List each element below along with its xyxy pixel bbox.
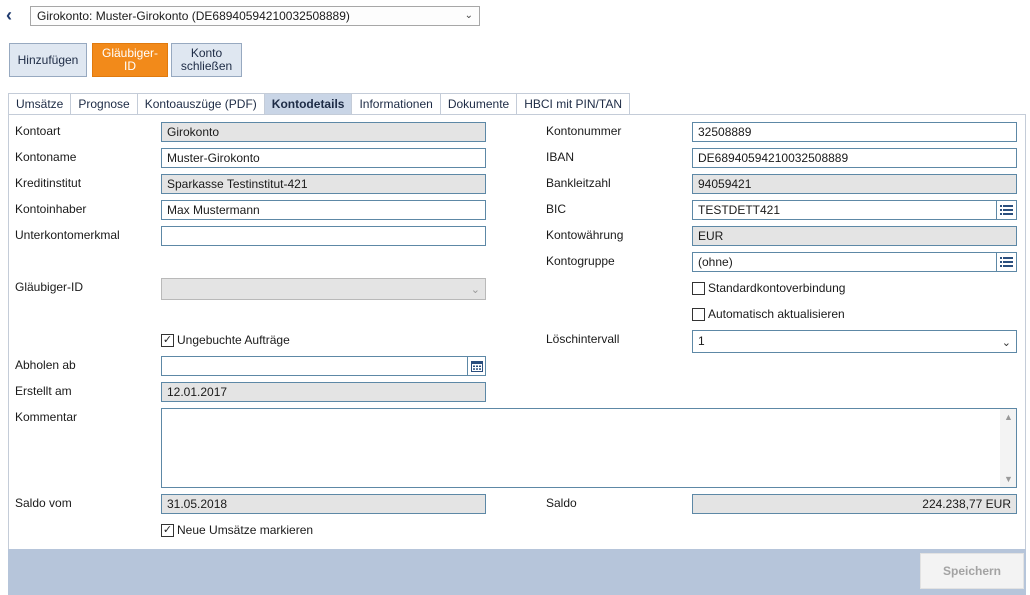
kontonummer-field[interactable]: 32508889 bbox=[692, 122, 1017, 142]
creditor-id-button[interactable]: Gläubiger-ID bbox=[92, 43, 168, 77]
scrollbar[interactable]: ▲ ▼ bbox=[1000, 409, 1016, 487]
auto-update-label: Automatisch aktualisieren bbox=[708, 307, 845, 321]
kreditinstitut-label: Kreditinstitut bbox=[15, 176, 82, 190]
erstellt-am-label: Erstellt am bbox=[15, 384, 72, 398]
unterkontomerkmal-field[interactable] bbox=[161, 226, 486, 246]
calendar-icon[interactable] bbox=[467, 357, 485, 375]
tab-bar: Umsätze Prognose Kontoauszüge (PDF) Kont… bbox=[8, 93, 630, 115]
saldo-vom-label: Saldo vom bbox=[15, 496, 72, 510]
kontogruppe-label: Kontogruppe bbox=[546, 254, 615, 268]
abholen-ab-label: Abholen ab bbox=[15, 358, 76, 372]
iban-label: IBAN bbox=[546, 150, 575, 164]
close-account-button[interactable]: Konto schließen bbox=[171, 43, 242, 77]
loeschintervall-label: Löschintervall bbox=[546, 332, 620, 346]
kontogruppe-value: (ohne) bbox=[698, 255, 733, 269]
ungebuchte-checkbox[interactable]: ✓ Ungebuchte Aufträge bbox=[161, 333, 290, 347]
scroll-down-icon[interactable]: ▼ bbox=[1004, 474, 1013, 484]
tab-umsaetze[interactable]: Umsätze bbox=[8, 93, 72, 115]
footer-bar bbox=[8, 549, 1026, 595]
saldo-vom-field: 31.05.2018 bbox=[161, 494, 486, 514]
checkbox-box: ✓ bbox=[161, 523, 174, 537]
tab-prognose[interactable]: Prognose bbox=[70, 93, 138, 115]
tab-hbci[interactable]: HBCI mit PIN/TAN bbox=[516, 93, 630, 115]
kontowaehrung-label: Kontowährung bbox=[546, 228, 624, 242]
bankleitzahl-label: Bankleitzahl bbox=[546, 176, 611, 190]
add-button[interactable]: Hinzufügen bbox=[9, 43, 87, 77]
loeschintervall-select[interactable]: 1 ⌄ bbox=[692, 330, 1017, 353]
tab-informationen[interactable]: Informationen bbox=[351, 93, 441, 115]
kontoart-field: Girokonto bbox=[161, 122, 486, 142]
neue-umsaetze-label: Neue Umsätze markieren bbox=[177, 523, 314, 537]
kontogruppe-field[interactable]: (ohne) bbox=[692, 252, 1017, 272]
bic-label: BIC bbox=[546, 202, 567, 216]
standard-label: Standardkontoverbindung bbox=[708, 281, 846, 295]
checkbox-box bbox=[692, 307, 705, 321]
chevron-down-icon: ⌄ bbox=[1001, 337, 1011, 349]
kontoinhaber-label: Kontoinhaber bbox=[15, 202, 87, 216]
standard-checkbox[interactable]: Standardkontoverbindung bbox=[692, 281, 845, 295]
saldo-field: 224.238,77 EUR bbox=[692, 494, 1017, 514]
bankleitzahl-field: 94059421 bbox=[692, 174, 1017, 194]
scroll-up-icon[interactable]: ▲ bbox=[1004, 412, 1013, 422]
bic-field[interactable]: TESTDETT421 bbox=[692, 200, 1017, 220]
tab-kontoauszuege[interactable]: Kontoauszüge (PDF) bbox=[136, 93, 265, 115]
kontoname-label: Kontoname bbox=[15, 150, 77, 164]
account-select-value: Girokonto: Muster-Girokonto (DE689405942… bbox=[37, 9, 350, 23]
checkbox-box bbox=[692, 281, 705, 295]
erstellt-am-field: 12.01.2017 bbox=[161, 382, 486, 402]
kommentar-textarea[interactable]: ▲ ▼ bbox=[161, 408, 1017, 488]
back-icon[interactable]: ‹ bbox=[6, 6, 24, 26]
glaeubiger-id-label: Gläubiger-ID bbox=[15, 280, 84, 294]
tab-dokumente[interactable]: Dokumente bbox=[439, 93, 518, 115]
ungebuchte-label: Ungebuchte Aufträge bbox=[177, 333, 290, 347]
unterkontomerkmal-label: Unterkontomerkmal bbox=[15, 228, 120, 242]
iban-field[interactable]: DE68940594210032508889 bbox=[692, 148, 1017, 168]
neue-umsaetze-checkbox[interactable]: ✓ Neue Umsätze markieren bbox=[161, 523, 313, 537]
auto-update-checkbox[interactable]: Automatisch aktualisieren bbox=[692, 307, 845, 321]
saldo-label: Saldo bbox=[546, 496, 577, 510]
kontowaehrung-field: EUR bbox=[692, 226, 1017, 246]
checkbox-box: ✓ bbox=[161, 333, 174, 347]
save-button[interactable]: Speichern bbox=[920, 553, 1024, 589]
kreditinstitut-field: Sparkasse Testinstitut-421 bbox=[161, 174, 486, 194]
kontonummer-label: Kontonummer bbox=[546, 124, 622, 138]
loeschintervall-value: 1 bbox=[698, 334, 705, 348]
list-icon[interactable] bbox=[996, 201, 1016, 219]
kontoart-label: Kontoart bbox=[15, 124, 61, 138]
kontoinhaber-field[interactable]: Max Mustermann bbox=[161, 200, 486, 220]
list-icon[interactable] bbox=[996, 253, 1016, 271]
kontoname-field[interactable]: Muster-Girokonto bbox=[161, 148, 486, 168]
kommentar-value bbox=[162, 409, 1016, 415]
chevron-down-icon: ⌄ bbox=[470, 284, 480, 296]
bic-value: TESTDETT421 bbox=[698, 203, 781, 217]
chevron-down-icon: ⌄ bbox=[464, 10, 473, 21]
abholen-ab-field[interactable] bbox=[161, 356, 486, 376]
glaeubiger-id-select[interactable]: ⌄ bbox=[161, 278, 486, 300]
account-select[interactable]: Girokonto: Muster-Girokonto (DE689405942… bbox=[30, 6, 480, 26]
tab-kontodetails[interactable]: Kontodetails bbox=[263, 93, 353, 115]
kommentar-label: Kommentar bbox=[15, 410, 78, 424]
